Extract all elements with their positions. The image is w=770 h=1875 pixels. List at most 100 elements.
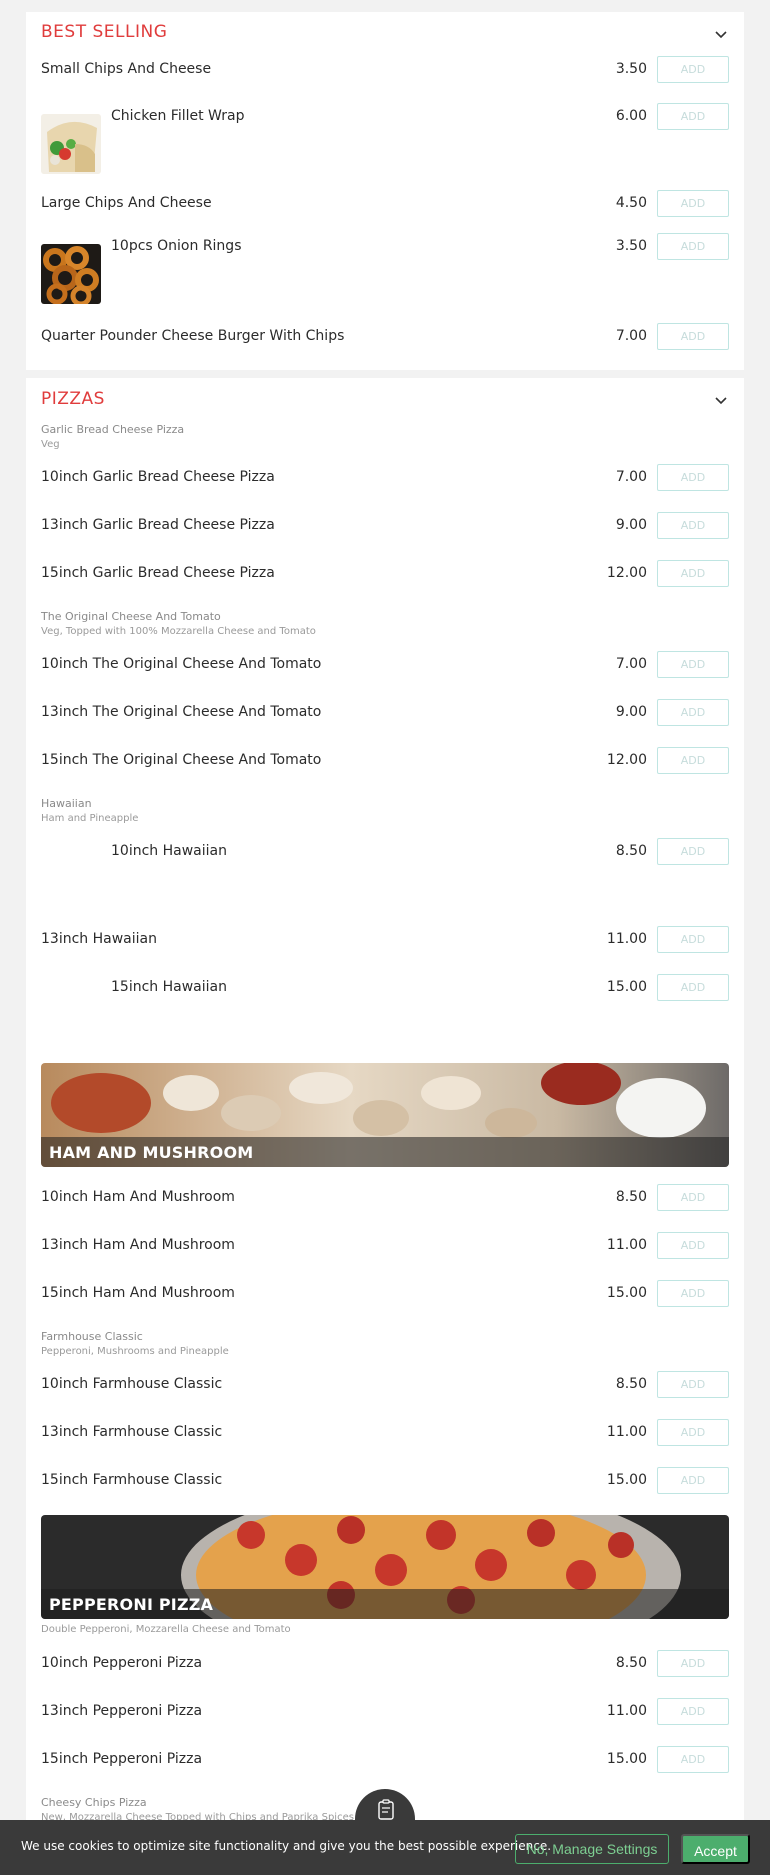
menu-item[interactable]: 10pcs Onion Rings 3.50 ADD	[41, 233, 729, 263]
menu-item[interactable]: 15inch Pepperoni Pizza 15.00 ADD	[41, 1746, 729, 1776]
add-button[interactable]: ADD	[657, 1467, 729, 1494]
add-button[interactable]: ADD	[657, 1184, 729, 1211]
group-description: Veg, Topped with 100% Mozzarella Cheese …	[41, 626, 316, 637]
group-description: Pepperoni, Mushrooms and Pineapple	[41, 1346, 229, 1357]
menu-item[interactable]: 13inch Pepperoni Pizza 11.00 ADD	[41, 1698, 729, 1728]
item-price: 8.50	[615, 1189, 647, 1205]
item-name: 15inch Garlic Bread Cheese Pizza	[41, 565, 275, 581]
chevron-down-icon[interactable]	[714, 27, 728, 41]
add-button[interactable]: ADD	[657, 699, 729, 726]
item-price: 11.00	[606, 1237, 647, 1253]
item-name: 15inch Ham And Mushroom	[41, 1285, 235, 1301]
menu-item[interactable]: 15inch The Original Cheese And Tomato 12…	[41, 747, 729, 777]
add-button[interactable]: ADD	[657, 1371, 729, 1398]
group-header: Double Pepperoni, Mozzarella Cheese and …	[41, 1622, 291, 1637]
item-price: 7.00	[615, 656, 647, 672]
group-title: Farmhouse Classic	[41, 1330, 143, 1343]
menu-item[interactable]: 15inch Ham And Mushroom 15.00 ADD	[41, 1280, 729, 1310]
add-button[interactable]: ADD	[657, 464, 729, 491]
group-description: Veg	[41, 439, 60, 450]
item-price: 6.00	[615, 108, 647, 124]
group-title: The Original Cheese And Tomato	[41, 610, 221, 623]
add-button[interactable]: ADD	[657, 1698, 729, 1725]
item-price: 15.00	[606, 979, 647, 995]
item-price: 12.00	[606, 752, 647, 768]
add-button[interactable]: ADD	[657, 1419, 729, 1446]
add-button[interactable]: ADD	[657, 747, 729, 774]
add-button[interactable]: ADD	[657, 651, 729, 678]
item-name: 13inch The Original Cheese And Tomato	[41, 704, 322, 720]
menu-item[interactable]: 13inch The Original Cheese And Tomato 9.…	[41, 699, 729, 729]
pizzas-section: PIZZAS Garlic Bread Cheese Pizza Veg 10i…	[26, 378, 744, 1875]
menu-item[interactable]: 10inch Ham And Mushroom 8.50 ADD	[41, 1184, 729, 1214]
accept-cookies-button[interactable]: Accept	[681, 1834, 750, 1864]
item-price: 15.00	[606, 1751, 647, 1767]
group-title: Garlic Bread Cheese Pizza	[41, 423, 185, 436]
item-name: 15inch Hawaiian	[111, 979, 227, 995]
item-price: 15.00	[606, 1285, 647, 1301]
menu-item[interactable]: 10inch Farmhouse Classic 8.50 ADD	[41, 1371, 729, 1401]
best-selling-section: BEST SELLING Small Chips And Cheese 3.50…	[26, 12, 744, 370]
banner-title: HAM AND MUSHROOM	[49, 1143, 254, 1162]
add-button[interactable]: ADD	[657, 512, 729, 539]
menu-item[interactable]: 13inch Hawaiian 11.00 ADD	[41, 926, 729, 956]
banner-title: PEPPERONI PIZZA	[49, 1595, 214, 1614]
menu-item[interactable]: Quarter Pounder Cheese Burger With Chips…	[41, 323, 729, 353]
menu-item[interactable]: 10inch The Original Cheese And Tomato 7.…	[41, 651, 729, 681]
group-description: Ham and Pineapple	[41, 813, 139, 824]
item-name: 15inch Pepperoni Pizza	[41, 1751, 203, 1767]
item-name: Small Chips And Cheese	[41, 61, 212, 77]
group-header: Hawaiian Ham and Pineapple	[41, 796, 138, 826]
group-header: The Original Cheese And Tomato Veg, Topp…	[41, 609, 316, 639]
menu-item[interactable]: 13inch Ham And Mushroom 11.00 ADD	[41, 1232, 729, 1262]
ham-mushroom-banner: HAM AND MUSHROOM	[41, 1063, 729, 1167]
menu-item[interactable]: Small Chips And Cheese 3.50 ADD	[41, 56, 729, 86]
item-name: Large Chips And Cheese	[41, 195, 212, 211]
menu-item[interactable]: 10inch Pepperoni Pizza 8.50 ADD	[41, 1650, 729, 1680]
item-name: 13inch Ham And Mushroom	[41, 1237, 235, 1253]
item-name: 10inch The Original Cheese And Tomato	[41, 656, 322, 672]
item-name: Chicken Fillet Wrap	[111, 108, 245, 124]
add-button[interactable]: ADD	[657, 323, 729, 350]
menu-item[interactable]: Chicken Fillet Wrap 6.00 ADD	[41, 103, 729, 133]
item-price: 7.00	[615, 469, 647, 485]
menu-item[interactable]: Large Chips And Cheese 4.50 ADD	[41, 190, 729, 220]
menu-item[interactable]: 13inch Farmhouse Classic 11.00 ADD	[41, 1419, 729, 1449]
menu-item[interactable]: 15inch Hawaiian 15.00 ADD	[41, 974, 729, 1004]
menu-item[interactable]: 15inch Garlic Bread Cheese Pizza 12.00 A…	[41, 560, 729, 590]
section-title: BEST SELLING	[41, 22, 168, 42]
item-name: 10inch Farmhouse Classic	[41, 1376, 223, 1392]
add-button[interactable]: ADD	[657, 56, 729, 83]
item-price: 15.00	[606, 1472, 647, 1488]
add-button[interactable]: ADD	[657, 233, 729, 260]
add-button[interactable]: ADD	[657, 560, 729, 587]
add-button[interactable]: ADD	[657, 1650, 729, 1677]
cookie-message: We use cookies to optimize site function…	[21, 1839, 552, 1853]
manage-settings-button[interactable]: No, Manage Settings	[515, 1834, 669, 1864]
add-button[interactable]: ADD	[657, 838, 729, 865]
item-price: 11.00	[606, 931, 647, 947]
item-name: 15inch Farmhouse Classic	[41, 1472, 223, 1488]
menu-item[interactable]: 10inch Hawaiian 8.50 ADD	[41, 838, 729, 868]
menu-item[interactable]: 10inch Garlic Bread Cheese Pizza 7.00 AD…	[41, 464, 729, 494]
menu-item[interactable]: 13inch Garlic Bread Cheese Pizza 9.00 AD…	[41, 512, 729, 542]
section-title: PIZZAS	[41, 389, 105, 409]
menu-item[interactable]: 15inch Farmhouse Classic 15.00 ADD	[41, 1467, 729, 1497]
banner-caption: PEPPERONI PIZZA	[41, 1589, 729, 1619]
item-price: 12.00	[606, 565, 647, 581]
item-name: 13inch Farmhouse Classic	[41, 1424, 223, 1440]
group-header: Farmhouse Classic Pepperoni, Mushrooms a…	[41, 1329, 229, 1359]
item-price: 9.00	[615, 517, 647, 533]
add-button[interactable]: ADD	[657, 1746, 729, 1773]
add-button[interactable]: ADD	[657, 190, 729, 217]
chevron-down-icon[interactable]	[714, 393, 728, 407]
item-name: 10pcs Onion Rings	[111, 238, 242, 254]
item-name: 10inch Hawaiian	[111, 843, 227, 859]
add-button[interactable]: ADD	[657, 974, 729, 1001]
add-button[interactable]: ADD	[657, 103, 729, 130]
add-button[interactable]: ADD	[657, 1232, 729, 1259]
add-button[interactable]: ADD	[657, 926, 729, 953]
add-button[interactable]: ADD	[657, 1280, 729, 1307]
group-header: Garlic Bread Cheese Pizza Veg	[41, 422, 184, 452]
item-price: 11.00	[606, 1703, 647, 1719]
